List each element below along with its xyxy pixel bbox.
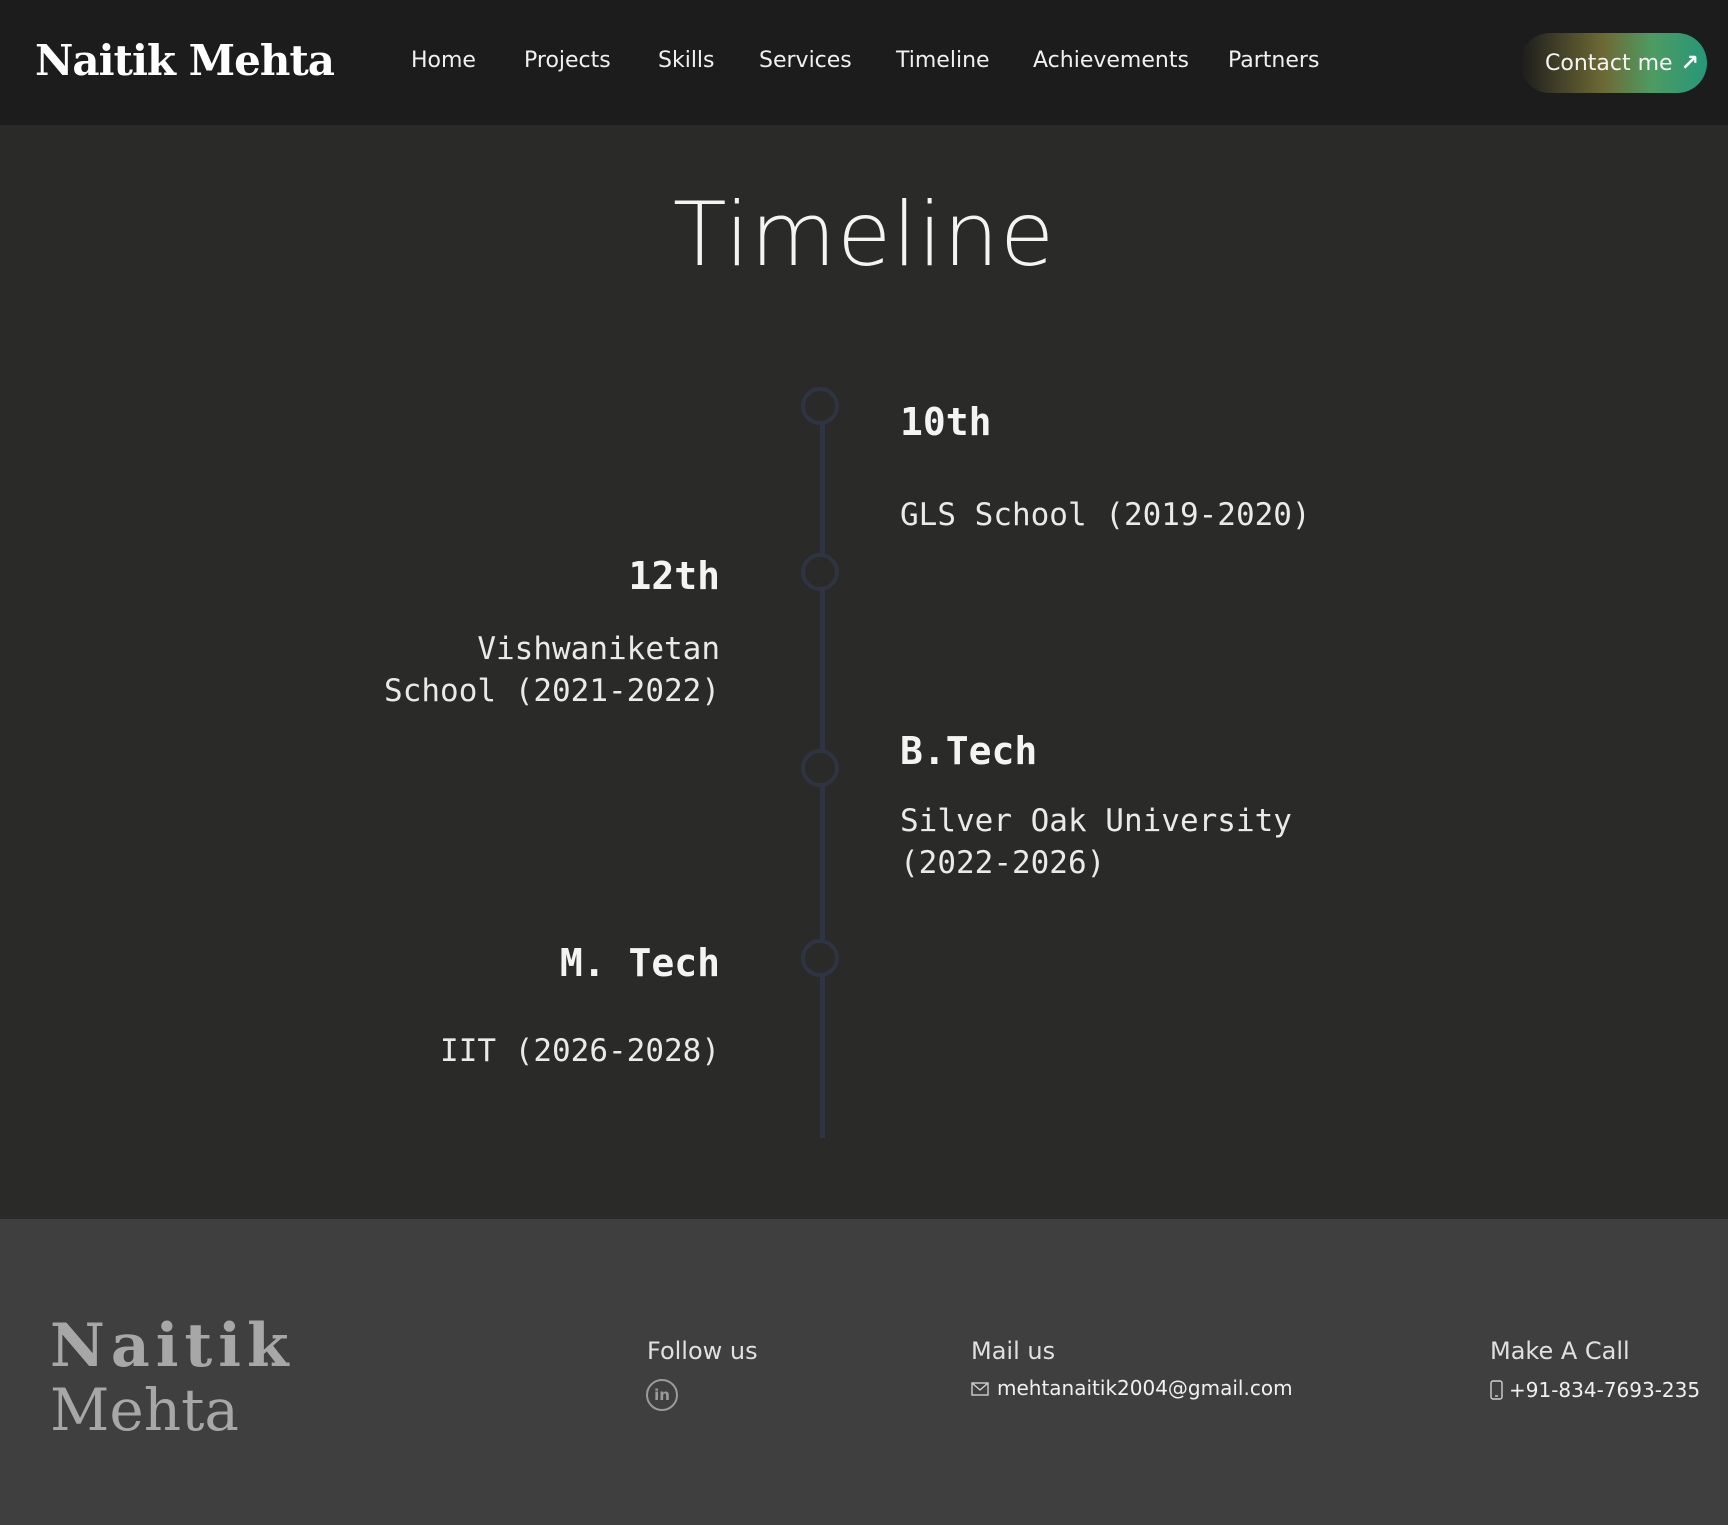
timeline-item-detail: Silver Oak University (2022-2026) [900, 803, 1292, 881]
nav-achievements[interactable]: Achievements [1033, 48, 1189, 73]
timeline-item-heading: B.Tech [900, 729, 1038, 773]
nav-projects[interactable]: Projects [524, 48, 611, 73]
phone-link[interactable]: +91-834-7693-235 [1490, 1378, 1700, 1402]
page-title: Timeline [672, 183, 1056, 286]
phone-icon [1490, 1380, 1503, 1400]
mail-icon [971, 1382, 989, 1396]
follow-us-label: Follow us [647, 1337, 758, 1365]
email-link[interactable]: mehtanaitik2004@gmail.com [971, 1376, 1293, 1400]
timeline-item-detail: IIT (2026-2028) [440, 1033, 720, 1069]
site-footer: Naitik Mehta Follow us Mail us mehtanait… [0, 1219, 1728, 1525]
timeline-dot [801, 553, 839, 591]
make-a-call-label: Make A Call [1490, 1337, 1630, 1365]
arrow-up-right-icon: ↗ [1680, 50, 1699, 76]
timeline-dot [801, 749, 839, 787]
timeline-item-heading: M. Tech [559, 941, 720, 985]
timeline-item-heading: 12th [628, 554, 720, 598]
site-header: Naitik Mehta Home Projects Skills Servic… [0, 0, 1728, 125]
timeline-item-detail: GLS School (2019-2020) [900, 497, 1311, 533]
nav-skills[interactable]: Skills [658, 48, 715, 73]
linkedin-icon[interactable]: in [646, 1379, 678, 1411]
site-logo[interactable]: Naitik Mehta [35, 36, 335, 85]
nav-services[interactable]: Services [759, 48, 852, 73]
timeline-dot [801, 939, 839, 977]
timeline-item-heading: 10th [900, 400, 992, 444]
footer-logo-first: Naitik [50, 1311, 295, 1381]
contact-me-button[interactable]: Contact me ↗ [1520, 33, 1707, 93]
email-text: mehtanaitik2004@gmail.com [997, 1376, 1293, 1400]
nav-partners[interactable]: Partners [1228, 48, 1319, 73]
contact-me-label: Contact me [1545, 50, 1673, 76]
nav-home[interactable]: Home [411, 48, 476, 73]
footer-logo-last: Mehta [50, 1376, 239, 1444]
mail-us-label: Mail us [971, 1337, 1056, 1365]
timeline-item-detail: Vishwaniketan School (2021-2022) [384, 631, 720, 709]
timeline-dot [801, 387, 839, 425]
phone-text: +91-834-7693-235 [1509, 1378, 1701, 1402]
nav-timeline[interactable]: Timeline [896, 48, 990, 73]
